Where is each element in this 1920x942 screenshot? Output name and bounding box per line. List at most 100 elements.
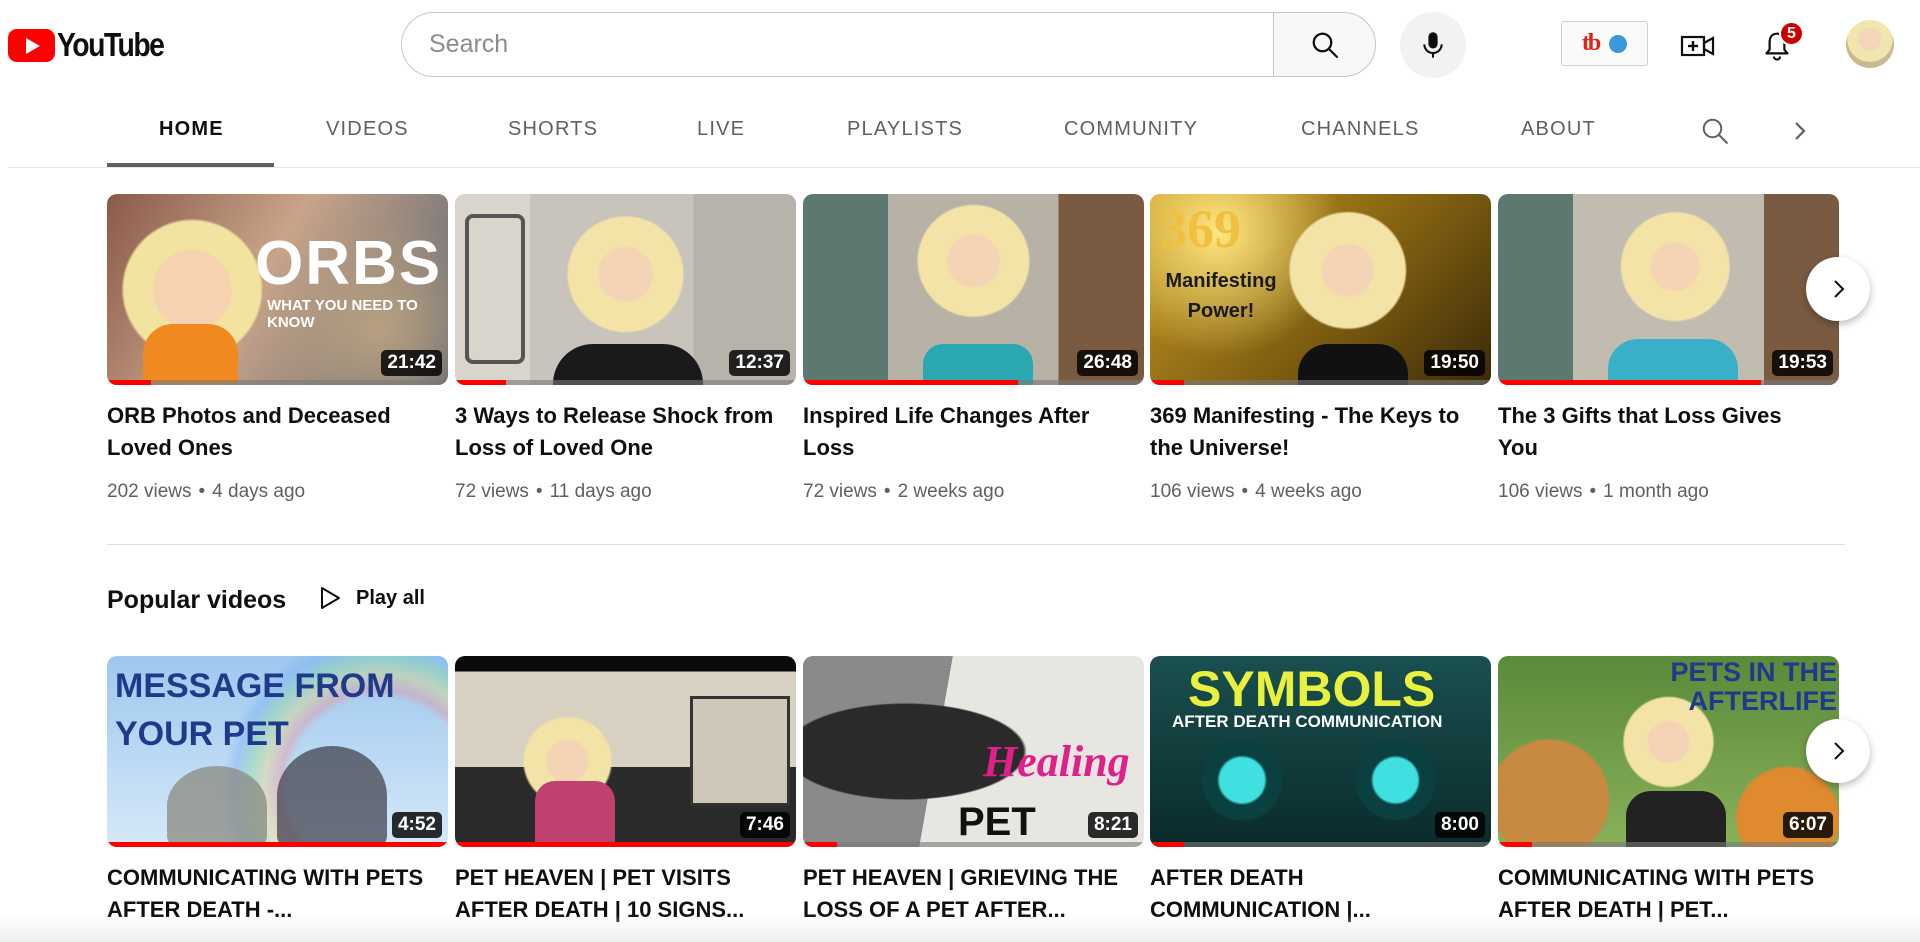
logo-text: YouTube <box>57 26 165 63</box>
view-count: 202 views <box>107 481 192 502</box>
watch-progress-track <box>1150 842 1491 847</box>
thumb-figure-top <box>1626 791 1726 847</box>
upload-age: 1 month ago <box>1603 481 1709 502</box>
search-icon <box>1312 32 1338 58</box>
tab-playlists[interactable]: PLAYLISTS <box>847 118 963 141</box>
account-avatar[interactable] <box>1846 20 1894 68</box>
tab-home[interactable]: HOME <box>159 118 224 141</box>
thumb-figure-shirt <box>143 324 238 384</box>
tabs-divider <box>8 167 1920 168</box>
watch-progress-track <box>1150 380 1491 385</box>
duration-badge: 8:21 <box>1087 812 1138 838</box>
watch-progress-bar <box>455 380 507 385</box>
duration-badge: 12:37 <box>729 350 790 376</box>
voice-search-button[interactable] <box>1400 12 1466 78</box>
video-thumbnail[interactable]: 26:48 <box>803 194 1144 385</box>
duration-badge: 6:07 <box>1782 812 1833 838</box>
thumb-mirror <box>690 696 790 806</box>
thumb-background-object <box>465 214 525 364</box>
thumb-headline: 369 <box>1160 199 1241 259</box>
view-count: 106 views <box>1150 481 1235 502</box>
thumb-headline: SYMBOLS <box>1188 661 1436 717</box>
thumb-figure-dress <box>535 781 615 847</box>
watch-progress-track <box>455 380 796 385</box>
video-thumbnail[interactable]: 369 Manifesting Power! 19:50 <box>1150 194 1491 385</box>
tubebuddy-logo-icon: tb <box>1581 30 1601 56</box>
watch-progress-bar <box>107 842 448 847</box>
duration-badge: 7:46 <box>739 812 790 838</box>
video-thumbnail[interactable]: MESSAGE FROM YOUR PET 4:52 <box>107 656 448 847</box>
video-title[interactable]: 369 Manifesting - The Keys to the Univer… <box>1150 400 1470 464</box>
chevron-right-icon <box>1834 280 1845 298</box>
video-title[interactable]: ORB Photos and Deceased Loved Ones <box>107 400 427 464</box>
notification-count-badge: 5 <box>1779 21 1804 46</box>
duration-badge: 21:42 <box>381 350 442 376</box>
video-thumbnail[interactable]: 12:37 <box>455 194 796 385</box>
video-title[interactable]: 3 Ways to Release Shock from Loss of Lov… <box>455 400 775 464</box>
thumb-headline: MESSAGE FROM YOUR PET <box>115 667 395 753</box>
play-icon <box>321 587 340 609</box>
watch-progress-bar <box>1498 380 1761 385</box>
tab-community[interactable]: COMMUNITY <box>1064 118 1198 141</box>
video-thumbnail[interactable]: ORBS WHAT YOU NEED TO KNOW 21:42 <box>107 194 448 385</box>
watch-progress-bar <box>107 380 152 385</box>
page-bottom-shadow <box>0 915 1920 942</box>
video-add-icon <box>1680 35 1715 57</box>
search-box <box>401 12 1376 77</box>
channel-tabs: HOME VIDEOS SHORTS LIVE PLAYLISTS COMMUN… <box>0 90 1920 168</box>
create-video-button[interactable] <box>1678 26 1718 66</box>
status-dot-icon <box>1609 34 1628 53</box>
chevron-right-icon <box>1795 122 1806 140</box>
thumb-subheadline: WHAT YOU NEED TO KNOW <box>267 297 418 331</box>
thumb-headline: ORBS <box>255 229 443 298</box>
view-count: 106 views <box>1498 481 1583 502</box>
duration-badge: 8:00 <box>1434 812 1485 838</box>
thumb-headline: PETS IN THE AFTERLIFE <box>1670 657 1837 716</box>
search-button[interactable] <box>1273 12 1376 77</box>
microphone-icon <box>1423 32 1443 58</box>
youtube-logo[interactable]: YouTube <box>8 26 181 64</box>
shelf-next-button[interactable] <box>1806 257 1870 321</box>
upload-age: 4 days ago <box>212 481 306 502</box>
duration-badge: 19:50 <box>1424 350 1485 376</box>
watch-progress-bar <box>1150 842 1185 847</box>
tubebuddy-extension-button[interactable]: tb <box>1561 21 1648 66</box>
thumb-figure-shirt <box>553 344 703 385</box>
thumb-headline: Healing <box>983 737 1130 786</box>
duration-badge: 4:52 <box>391 812 442 838</box>
video-title[interactable]: Inspired Life Changes After Loss <box>803 400 1123 464</box>
video-title[interactable]: The 3 Gifts that Loss Gives You <box>1498 400 1818 464</box>
video-thumbnail[interactable]: SYMBOLS AFTER DEATH COMMUNICATION 8:00 <box>1150 656 1491 847</box>
thumb-subheadline: Manifesting Power! <box>1165 270 1277 322</box>
view-count: 72 views <box>455 481 529 502</box>
watch-progress-track <box>803 842 1144 847</box>
tab-shorts[interactable]: SHORTS <box>508 118 598 141</box>
video-thumbnail[interactable]: PETS IN THE AFTERLIFE 6:07 <box>1498 656 1839 847</box>
shelf-title[interactable]: Popular videos <box>107 586 286 615</box>
video-thumbnail[interactable]: 19:53 <box>1498 194 1839 385</box>
watch-progress-bar <box>803 380 1018 385</box>
video-metadata: 106 views • 4 weeks ago <box>1150 481 1362 502</box>
search-input[interactable] <box>401 12 1273 77</box>
video-metadata: 202 views • 4 days ago <box>107 481 306 502</box>
tab-about[interactable]: ABOUT <box>1521 118 1596 141</box>
thumb-figure-top <box>1298 344 1408 385</box>
play-all-button[interactable]: Play all <box>318 585 425 611</box>
video-thumbnail[interactable]: 7:46 <box>455 656 796 847</box>
watch-progress-bar <box>1150 380 1185 385</box>
tabs-scroll-right-button[interactable] <box>1790 118 1810 144</box>
tab-videos[interactable]: VIDEOS <box>326 118 409 141</box>
shelf-next-button[interactable] <box>1806 719 1870 783</box>
thumb-dog <box>277 746 387 846</box>
watch-progress-bar <box>1498 842 1533 847</box>
shelf-divider <box>107 544 1845 545</box>
chevron-right-icon <box>1834 742 1845 760</box>
channel-search-button[interactable] <box>1700 116 1730 146</box>
thumb-subheadline: AFTER DEATH COMMUNICATION <box>1172 712 1443 731</box>
video-metadata: 106 views • 1 month ago <box>1498 481 1709 502</box>
upload-age: 4 weeks ago <box>1255 481 1362 502</box>
tab-live[interactable]: LIVE <box>697 118 745 141</box>
tab-channels[interactable]: CHANNELS <box>1301 118 1420 141</box>
video-thumbnail[interactable]: Healing PET LOSS 8:21 <box>803 656 1144 847</box>
watch-progress-track <box>1498 842 1839 847</box>
